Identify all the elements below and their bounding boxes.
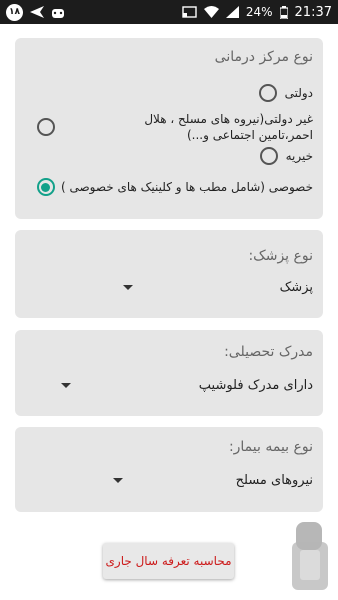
signal-icon: [225, 6, 239, 18]
option-charity[interactable]: خیریه: [25, 147, 313, 165]
status-bar: ۱۸ 24% 21:37: [0, 0, 338, 24]
degree-card: مدرک تحصیلی: دارای مدرک فلوشیپ: [15, 330, 323, 416]
bazaar-logo-icon: [292, 522, 328, 590]
battery-percent: 24%: [245, 5, 273, 19]
option-non-government[interactable]: غیر دولتی(نیروه های مسلح ، هلال احمر،تام…: [25, 111, 313, 143]
doctor-type-title: نوع پزشک:: [248, 248, 313, 264]
degree-dropdown[interactable]: دارای مدرک فلوشیپ: [43, 378, 313, 393]
android-icon: [52, 9, 64, 18]
dropdown-caret-icon: [113, 478, 123, 483]
doctor-type-value: پزشک: [279, 280, 313, 295]
center-type-title: نوع مرکز درمانی: [214, 49, 313, 65]
send-icon: [30, 6, 44, 18]
status-right: 24% 21:37: [182, 5, 332, 20]
radio-button[interactable]: [259, 147, 278, 165]
degree-title: مدرک تحصیلی:: [224, 344, 313, 360]
insurance-value: نیروهای مسلح: [235, 473, 313, 488]
wifi-icon: [203, 6, 219, 18]
option-label: غیر دولتی(نیروه های مسلح ، هلال احمر،تام…: [144, 112, 313, 142]
option-government[interactable]: دولتی: [25, 84, 313, 102]
insurance-title: نوع بیمه بیمار:: [228, 439, 313, 455]
doctor-type-card: نوع پزشک: پزشک: [15, 230, 323, 318]
option-label: دولتی: [284, 86, 313, 100]
battery-icon: [279, 5, 288, 19]
center-type-card: نوع مرکز درمانی دولتی غیر دولتی(نیروه ها…: [15, 38, 323, 219]
radio-button-selected[interactable]: [36, 178, 55, 196]
calculate-tariff-button[interactable]: محاسبه تعرفه سال جاری: [103, 543, 234, 579]
dropdown-caret-icon: [123, 285, 133, 290]
insurance-card: نوع بیمه بیمار: نیروهای مسلح: [15, 427, 323, 512]
option-label: خصوصی (شامل مطب ها و کلینیک های خصوصی ): [60, 180, 313, 194]
dropdown-caret-icon: [61, 383, 71, 388]
option-private[interactable]: خصوصی (شامل مطب ها و کلینیک های خصوصی ): [25, 178, 313, 196]
status-left: ۱۸: [6, 3, 65, 21]
doctor-type-dropdown[interactable]: پزشک: [123, 280, 313, 295]
option-label: خیریه: [285, 149, 313, 163]
insurance-dropdown[interactable]: نیروهای مسلح: [113, 473, 313, 488]
cast-icon: [182, 6, 197, 18]
radio-button[interactable]: [258, 84, 277, 102]
radio-button[interactable]: [37, 118, 55, 136]
notification-badge: ۱۸: [6, 3, 23, 21]
degree-value: دارای مدرک فلوشیپ: [198, 378, 313, 393]
clock: 21:37: [294, 4, 332, 20]
